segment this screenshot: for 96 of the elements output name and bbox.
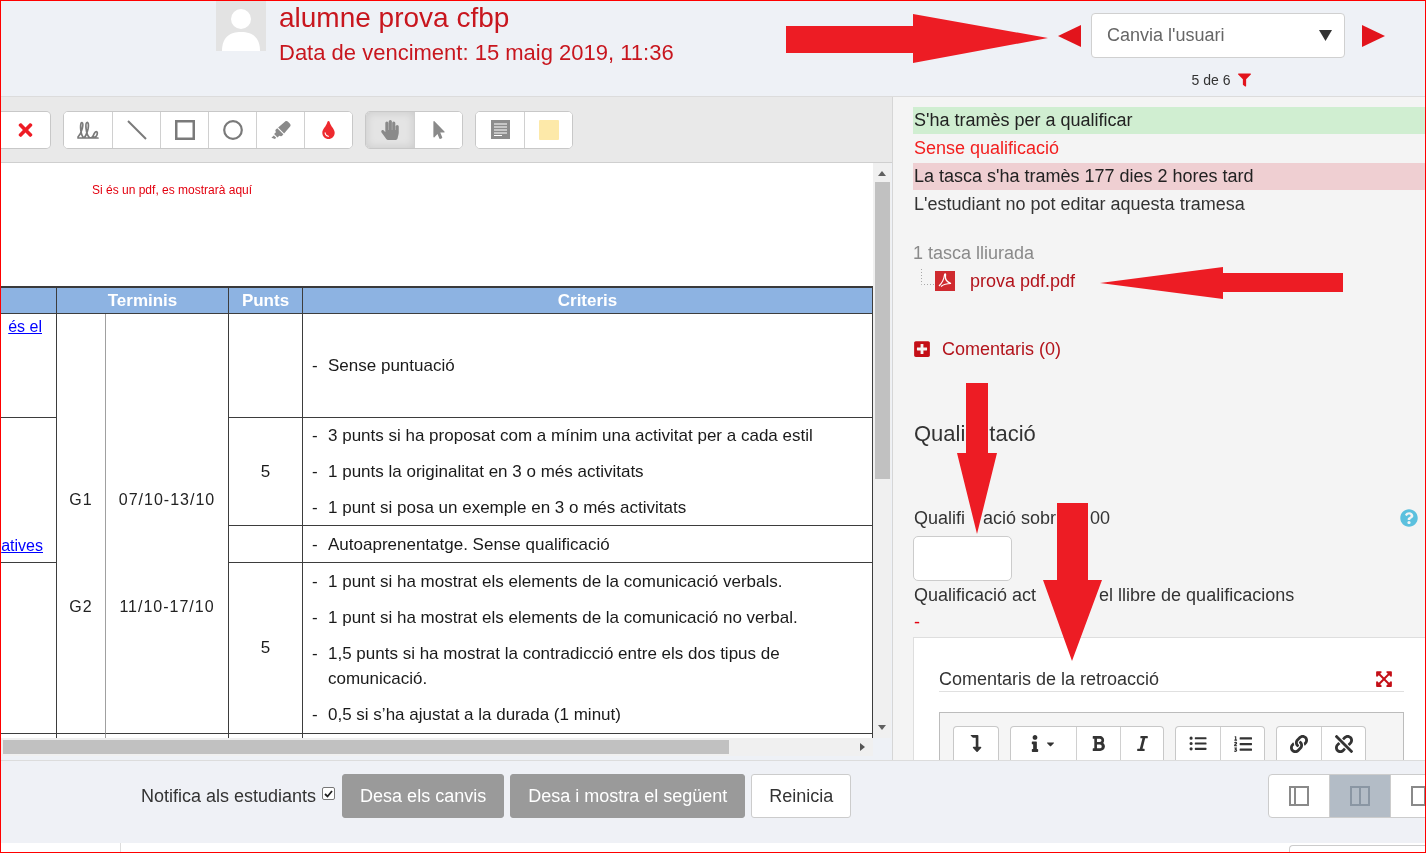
- grade-input[interactable]: [913, 536, 1012, 581]
- hand-icon: [381, 119, 399, 140]
- current-grade-value: -: [913, 611, 920, 634]
- color-button[interactable]: [304, 111, 352, 148]
- panel-left-icon: [1289, 786, 1309, 806]
- field-label: el llibre de qualificacions: [1099, 584, 1295, 607]
- layout-button[interactable]: [1268, 774, 1330, 818]
- status-message: L'estudiant no pot editar aquesta tramesa: [913, 193, 1246, 216]
- criterion-text: 1 punt si posa un exemple en 3 o més activitats: [328, 497, 687, 519]
- pointer-icon: [432, 120, 445, 139]
- dash-marker: -: [312, 607, 319, 629]
- arrow-up-icon[interactable]: [878, 171, 886, 176]
- swatch-icon: [538, 119, 559, 140]
- points-value: 5: [260, 638, 271, 658]
- drop-icon: [322, 120, 335, 139]
- bent-arrow-icon: [970, 735, 982, 752]
- bullet-list-icon: [1188, 735, 1208, 752]
- field-label: ació sobr: [983, 507, 1057, 530]
- status-message: S'ha tramès per a qualificar: [913, 107, 1425, 134]
- circle-icon: [222, 119, 243, 140]
- criterion-text: 1,5 punts si ha mostrat la contradicció entre els dos tipus de comunicació.: [328, 643, 781, 690]
- section-heading: Quali: [914, 420, 966, 448]
- section-heading: tació: [989, 420, 1036, 448]
- dash-marker: -: [312, 643, 319, 665]
- dash-marker: -: [312, 571, 319, 593]
- line-icon: [126, 119, 147, 140]
- caret-left-icon[interactable]: [1058, 24, 1081, 47]
- status-message: Sense qualificació: [913, 137, 1061, 160]
- group-label: G2: [69, 597, 93, 617]
- plus-icon[interactable]: [914, 340, 930, 358]
- pdf-file-icon: [935, 271, 955, 291]
- files-title: 1 tasca lliurada: [913, 242, 1035, 265]
- numbered-list-icon: [1232, 734, 1253, 753]
- caret-right-icon[interactable]: [1362, 24, 1385, 47]
- notify-label: Notifica als estudiants: [141, 785, 317, 808]
- table-link[interactable]: és el: [8, 317, 42, 337]
- due-date: Data de venciment: 15 maig 2019, 11:36: [279, 39, 674, 67]
- criterion-text: Sense puntuació: [328, 355, 455, 377]
- criterion-text: 1 punt si ha mostrat els elements de la comunicació no verbal.: [328, 607, 798, 629]
- field-label: 00: [1090, 507, 1111, 530]
- dash-marker: -: [312, 497, 319, 519]
- column-header: Terminis: [57, 288, 229, 314]
- table-link[interactable]: atives: [1, 536, 43, 556]
- horizontal-scrollbar[interactable]: [1, 738, 873, 756]
- comments-link[interactable]: Comentaris (0): [942, 336, 1062, 362]
- notify-checkbox[interactable]: [322, 787, 336, 800]
- criterion-text: 3 punts si ha proposat com a mínim una activitat per a cada estil: [328, 425, 813, 447]
- comment-color-button[interactable]: [524, 111, 572, 148]
- dash-marker: -: [312, 533, 319, 556]
- arrow-right-icon[interactable]: [860, 743, 865, 751]
- user-select[interactable]: Canvia l'usuari: [1091, 13, 1345, 58]
- note-icon: [490, 120, 510, 139]
- bold-icon: [1091, 735, 1106, 752]
- columns-icon: [1350, 786, 1370, 806]
- group-label: G1: [69, 490, 93, 510]
- dash-marker: -: [312, 425, 319, 447]
- criterion-text: 0,5 si s’ha ajustat a la durada (1 minut): [328, 704, 621, 726]
- checkmark-icon: [324, 789, 334, 798]
- points-value: 5: [260, 461, 271, 482]
- column-header: Criteris: [303, 288, 873, 314]
- pdf-notice: Si és un pdf, es mostrarà aquí: [92, 182, 253, 198]
- date-range: 07/10-13/10: [118, 490, 216, 510]
- scrollbar-thumb[interactable]: [874, 182, 890, 479]
- caret-down-icon: [1319, 30, 1332, 41]
- user-position: 5 de 6: [1191, 71, 1231, 89]
- unlink-icon: [1334, 734, 1353, 753]
- file-link[interactable]: prova pdf.pdf: [970, 268, 1076, 294]
- panel-right-icon: [1411, 786, 1425, 806]
- reset-button[interactable]: Reinicia: [751, 774, 852, 818]
- link-icon: [1290, 734, 1308, 753]
- hand-button[interactable]: [366, 111, 414, 148]
- status-message: La tasca s'ha tramès 177 dies 2 hores tard: [913, 163, 1425, 190]
- dash-marker: -: [312, 461, 319, 483]
- squiggle-icon: [77, 120, 99, 139]
- criterion-text: 1 punts la originalitat en 3 o més activitats: [328, 461, 644, 483]
- scrollbar-thumb[interactable]: [3, 740, 729, 754]
- criterion-text: Autoaprenentatge. Sense qualificació: [328, 533, 610, 556]
- expand-icon[interactable]: [1375, 669, 1393, 688]
- highlighter-icon: [270, 120, 291, 139]
- student-name: alumne prova cfbp: [279, 1, 511, 35]
- date-range: 11/10-17/10: [119, 597, 215, 617]
- vertical-scrollbar[interactable]: [873, 163, 891, 738]
- arrow-down-icon[interactable]: [878, 725, 886, 730]
- pointer-button[interactable]: [414, 111, 462, 148]
- dotted-connector-icon: [921, 269, 934, 285]
- feedback-title: Comentaris de la retroacció: [939, 667, 1160, 691]
- square-icon: [174, 119, 195, 140]
- info-icon: [1031, 735, 1039, 752]
- dash-marker: -: [312, 355, 319, 377]
- field-label: Qualifi: [914, 507, 966, 530]
- italic-icon: [1135, 735, 1149, 752]
- dash-marker: -: [312, 704, 319, 726]
- filter-icon[interactable]: [1238, 73, 1252, 87]
- field-label: Qualificació act: [914, 584, 1037, 607]
- column-header: Punts: [229, 288, 303, 314]
- criterion-text: 1 punt si ha mostrat els elements de la comunicació verbals.: [328, 571, 783, 593]
